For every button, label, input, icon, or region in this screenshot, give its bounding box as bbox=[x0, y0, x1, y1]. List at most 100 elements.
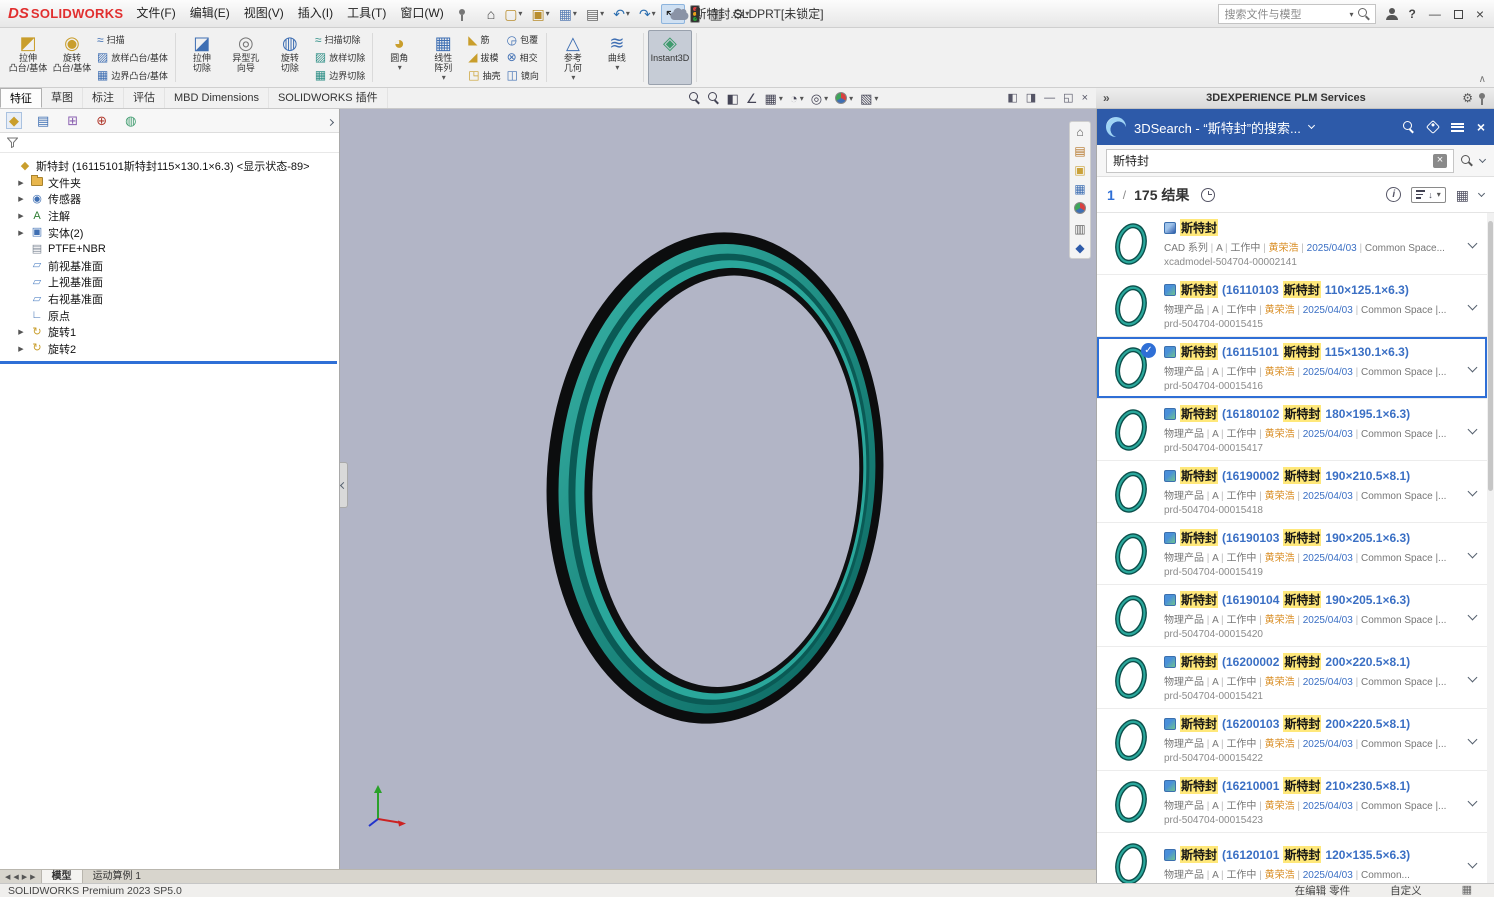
search-icon[interactable] bbox=[1358, 8, 1370, 20]
open-button[interactable]: ▣▾ bbox=[527, 4, 553, 24]
hide-show-items-button[interactable]: ◎▾ bbox=[810, 92, 829, 105]
tree-item-1[interactable]: ▶◉传感器 bbox=[4, 191, 339, 208]
zoom-fit-button[interactable] bbox=[688, 92, 702, 104]
shell-button[interactable]: ◳抽壳 bbox=[468, 67, 500, 84]
tree-item-6[interactable]: ▱上视基准面 bbox=[4, 274, 339, 291]
minimize-button[interactable]: — bbox=[1425, 7, 1445, 21]
result-expand-chevron[interactable] bbox=[1461, 550, 1483, 557]
reference-geometry-button[interactable]: △参考几何▾ bbox=[551, 30, 595, 85]
pane-right-icon[interactable]: ◨ bbox=[1026, 93, 1036, 104]
threedexperience-tab[interactable]: ◆ bbox=[1075, 242, 1084, 254]
menu-item-4[interactable]: 工具(T) bbox=[340, 0, 393, 27]
result-expand-chevron[interactable] bbox=[1461, 488, 1483, 495]
result-expand-chevron[interactable] bbox=[1461, 860, 1483, 867]
search-result-row[interactable]: 斯特封(16180102斯特封180×195.1×6.3)物理产品 | A | … bbox=[1097, 399, 1487, 461]
file-explorer-tab[interactable]: ▣ bbox=[1074, 164, 1085, 176]
dimxpertmanager-tab[interactable]: ⊕ bbox=[93, 112, 110, 129]
plm-search-field[interactable]: × bbox=[1106, 149, 1454, 173]
tab-scroll-arrows[interactable]: ◀◀▶▶ bbox=[0, 873, 41, 881]
rollback-bar[interactable] bbox=[0, 361, 337, 364]
mirror-button[interactable]: ◫镜向 bbox=[507, 67, 539, 84]
display-style-button[interactable]: ◔▾ bbox=[789, 92, 805, 105]
tab-SOLIDWORKS 插件[interactable]: SOLIDWORKS 插件 bbox=[269, 88, 388, 108]
run-search-icon[interactable] bbox=[1461, 155, 1473, 167]
tree-item-5[interactable]: ▱前视基准面 bbox=[4, 258, 339, 275]
tree-item-7[interactable]: ▱右视基准面 bbox=[4, 291, 339, 308]
wrap-button[interactable]: ◶包覆 bbox=[507, 31, 539, 48]
propertymanager-tab[interactable]: ▤ bbox=[34, 112, 52, 129]
pin-menu-icon[interactable] bbox=[457, 7, 467, 21]
expand-arrow-icon[interactable]: ▶ bbox=[16, 179, 26, 187]
doc-tab-运动算例 1[interactable]: 运动算例 1 bbox=[83, 870, 151, 883]
tree-filter-row[interactable] bbox=[0, 133, 339, 153]
tab-标注[interactable]: 标注 bbox=[83, 88, 124, 108]
expand-arrow-icon[interactable]: ▶ bbox=[16, 229, 26, 237]
boundary-button[interactable]: ▦边界凸台/基体 bbox=[97, 67, 168, 84]
tree-item-3[interactable]: ▶▣实体(2) bbox=[4, 224, 339, 241]
doc-close-icon[interactable]: × bbox=[1082, 93, 1088, 104]
intersect-button[interactable]: ⊗相交 bbox=[507, 49, 539, 66]
info-icon[interactable]: i bbox=[1386, 187, 1401, 202]
revolve-cut-button[interactable]: ◍旋转切除 bbox=[268, 30, 312, 85]
clear-search-icon[interactable]: × bbox=[1433, 154, 1447, 168]
linear-pattern-button[interactable]: ▦线性阵列▾ bbox=[421, 30, 465, 85]
sweep-button[interactable]: ≈扫描 bbox=[97, 31, 168, 48]
history-clock-icon[interactable] bbox=[1201, 188, 1215, 202]
section-view-button[interactable]: ◧ bbox=[726, 92, 740, 105]
plm-search-input[interactable] bbox=[1113, 154, 1429, 168]
help-icon[interactable]: ? bbox=[1408, 7, 1415, 21]
menu-item-0[interactable]: 文件(F) bbox=[129, 0, 182, 27]
doc-minimize-icon[interactable]: — bbox=[1044, 93, 1055, 104]
sweep-cut-button[interactable]: ≈扫描切除 bbox=[315, 31, 365, 48]
result-expand-chevron[interactable] bbox=[1461, 612, 1483, 619]
tree-item-2[interactable]: ▶A注解 bbox=[4, 208, 339, 225]
search-result-row[interactable]: 斯特封(16120101斯特封120×135.5×6.3)物理产品 | A | … bbox=[1097, 833, 1487, 883]
result-expand-chevron[interactable] bbox=[1461, 240, 1483, 247]
menu-item-3[interactable]: 插入(I) bbox=[291, 0, 340, 27]
tag-icon[interactable] bbox=[1426, 120, 1440, 134]
scrollbar-thumb[interactable] bbox=[1488, 221, 1493, 491]
status-custom-menu[interactable]: 自定义 bbox=[1390, 883, 1422, 897]
expand-arrow-icon[interactable]: ▶ bbox=[16, 195, 26, 203]
design-library-tab[interactable]: ▤ bbox=[1074, 145, 1085, 157]
displaymanager-tab[interactable]: ◍ bbox=[122, 112, 139, 129]
collapse-ribbon-icon[interactable]: ∧ bbox=[1479, 74, 1486, 85]
expand-panel-icon[interactable]: » bbox=[1103, 92, 1110, 104]
custom-properties-tab[interactable]: ▥ bbox=[1074, 223, 1085, 235]
featuremanager-tab[interactable]: ◆ bbox=[6, 112, 22, 129]
tree-item-10[interactable]: ▶↻旋转2 bbox=[4, 341, 339, 358]
loft-cut-button[interactable]: ▨放样切除 bbox=[315, 49, 365, 66]
search-result-row[interactable]: 斯特封(16210001斯特封210×230.5×8.1)物理产品 | A | … bbox=[1097, 771, 1487, 833]
tree-item-4[interactable]: ▤PTFE+NBR bbox=[4, 241, 339, 258]
restore-button[interactable] bbox=[1454, 10, 1463, 19]
instant3d-button[interactable]: ◈Instant3D bbox=[648, 30, 692, 85]
search-result-row[interactable]: 斯特封(16110103斯特封110×125.1×6.3)物理产品 | A | … bbox=[1097, 275, 1487, 337]
view-settings-button[interactable]: ▧▾ bbox=[859, 92, 879, 105]
boundary-cut-button[interactable]: ▦边界切除 bbox=[315, 67, 365, 84]
graphics-viewport[interactable]: ⌂▤▣▦▥◆ bbox=[340, 109, 1096, 869]
expand-arrow-icon[interactable]: ▶ bbox=[16, 328, 26, 336]
search-result-row[interactable]: ✓斯特封(16115101斯特封115×130.1×6.3)物理产品 | A |… bbox=[1097, 337, 1487, 399]
search-icon[interactable] bbox=[1403, 121, 1415, 133]
search-result-row[interactable]: 斯特封(16200002斯特封200×220.5×8.1)物理产品 | A | … bbox=[1097, 647, 1487, 709]
tab-评估[interactable]: 评估 bbox=[124, 88, 165, 108]
chevron-down-icon[interactable] bbox=[1308, 122, 1315, 129]
extrude-boss-button[interactable]: ◩拉伸凸台/基体 bbox=[6, 30, 50, 85]
close-widget-icon[interactable]: × bbox=[1477, 119, 1485, 135]
configurationmanager-tab[interactable]: ⊞ bbox=[64, 112, 81, 129]
chevron-down-icon[interactable]: ▾ bbox=[1349, 10, 1353, 19]
user-login-icon[interactable] bbox=[1385, 8, 1399, 21]
edit-appearance-button[interactable]: ▾ bbox=[834, 92, 854, 104]
result-expand-chevron[interactable] bbox=[1461, 364, 1483, 371]
pane-left-icon[interactable]: ◧ bbox=[1007, 93, 1017, 104]
save-button[interactable]: ▦▾ bbox=[555, 4, 581, 24]
display-cards-icon[interactable]: ▦ bbox=[1456, 188, 1469, 202]
result-expand-chevron[interactable] bbox=[1461, 302, 1483, 309]
tree-item-8[interactable]: ∟原点 bbox=[4, 307, 339, 324]
menu-item-1[interactable]: 编辑(E) bbox=[183, 0, 237, 27]
tab-特征[interactable]: 特征 bbox=[0, 88, 42, 108]
measure-button[interactable]: ∠ bbox=[745, 92, 759, 105]
appearances-scenes-tab[interactable] bbox=[1074, 202, 1086, 216]
panel-splitter-handle[interactable] bbox=[340, 462, 348, 508]
results-scrollbar[interactable] bbox=[1487, 213, 1494, 883]
